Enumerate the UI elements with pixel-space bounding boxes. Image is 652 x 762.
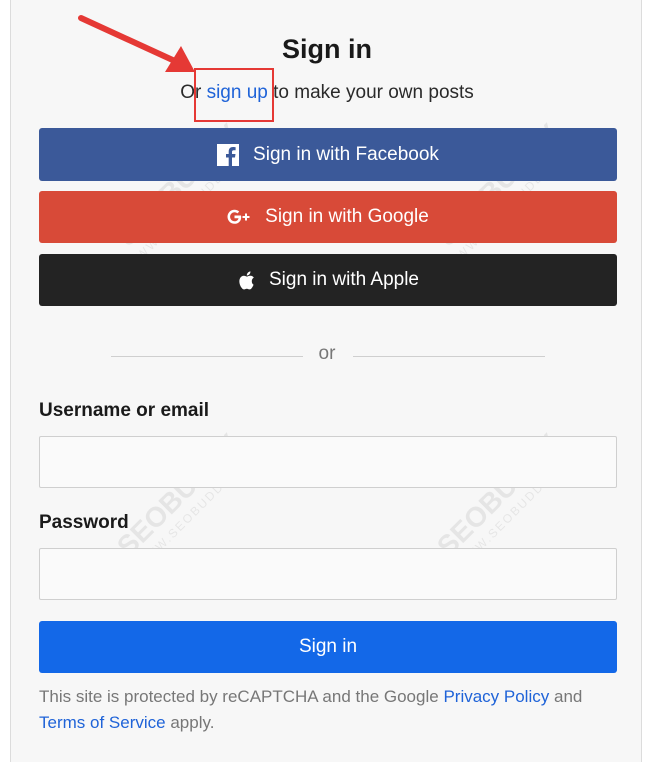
apple-signin-button[interactable]: Sign in with Apple [39,254,617,306]
google-signin-button[interactable]: Sign in with Google [39,191,617,243]
facebook-signin-label: Sign in with Facebook [253,143,439,165]
signup-prompt: Or sign up to make your own posts [11,82,641,104]
facebook-icon [217,143,240,166]
legal-prefix: This site is protected by reCAPTCHA and … [39,687,439,706]
divider-line-right [353,356,545,357]
signin-submit-button[interactable]: Sign in [39,621,617,673]
signup-prompt-suffix: to make your own posts [273,82,474,103]
legal-middle: and [553,687,583,706]
username-label: Username or email [39,400,210,421]
privacy-policy-link[interactable]: Privacy Policy [443,687,549,706]
apple-icon [237,270,255,291]
divider-or-text: or [318,343,336,364]
signin-card: SEOBUDDY WWW.SEOBUDDY.COM SEOBUDDY WWW.S… [10,0,642,762]
annotation-arrow [78,15,195,72]
signin-submit-label: Sign in [298,636,358,657]
apple-signin-label: Sign in with Apple [269,269,419,290]
facebook-signin-button[interactable]: Sign in with Facebook [39,128,617,181]
terms-of-service-link[interactable]: Terms of Service [39,713,166,732]
legal-suffix: apply. [170,713,215,732]
username-input[interactable] [39,436,617,488]
password-label: Password [39,512,129,533]
password-input[interactable] [39,548,617,600]
recaptcha-notice: This site is protected by reCAPTCHA and … [39,684,619,736]
google-signin-label: Sign in with Google [265,206,429,227]
google-plus-icon [227,209,251,225]
